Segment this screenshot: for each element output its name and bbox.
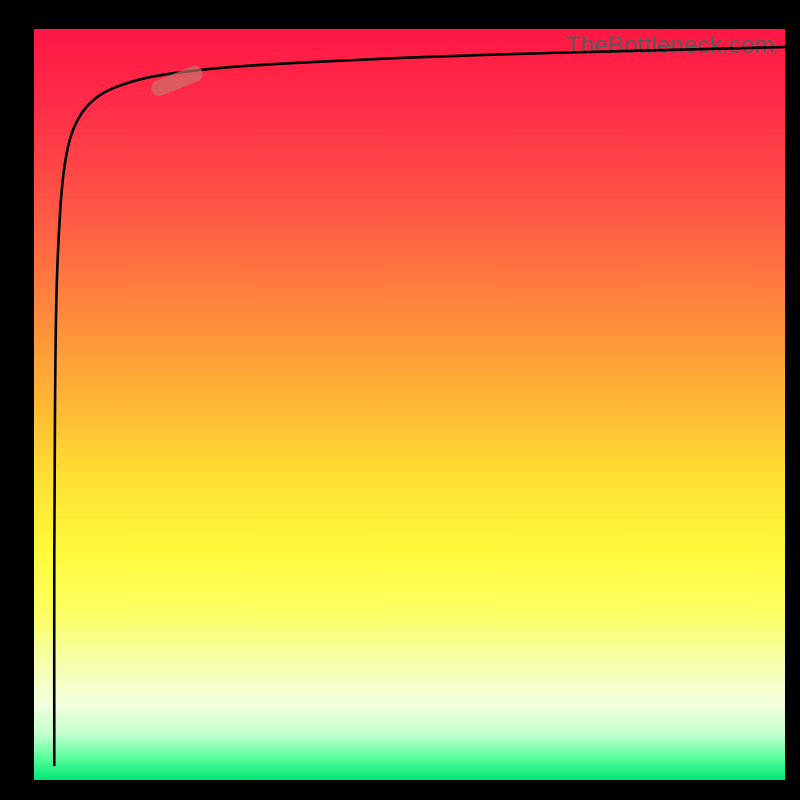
bottleneck-curve <box>54 47 785 765</box>
curve-svg <box>34 29 785 780</box>
chart-frame: TheBottleneck.com <box>0 0 800 800</box>
plot-area: TheBottleneck.com <box>34 29 785 780</box>
